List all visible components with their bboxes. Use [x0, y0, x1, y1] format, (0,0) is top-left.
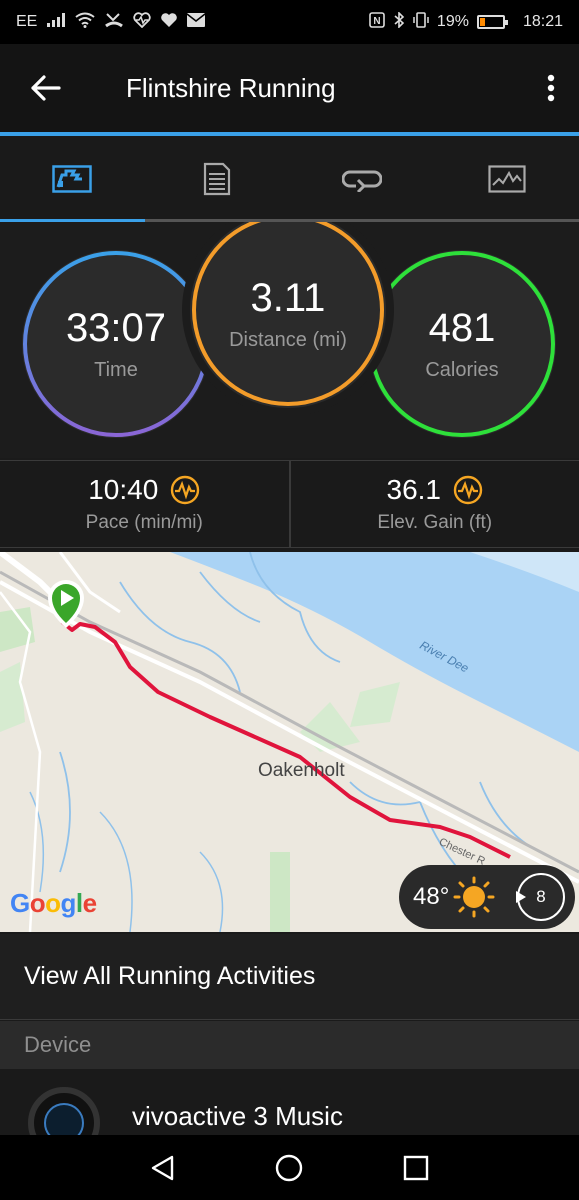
missed-call-icon: [105, 12, 124, 33]
stats-row: 10:40 Pace (min/mi) 36.1 Elev. Gain (ft): [0, 460, 579, 548]
heart-icon: [161, 12, 178, 32]
carrier-label: EE: [16, 13, 38, 30]
svg-text:N: N: [373, 16, 380, 27]
elev-gain-stat[interactable]: 36.1 Elev. Gain (ft): [288, 461, 579, 547]
wifi-icon: [75, 12, 95, 33]
more-vert-icon: [547, 74, 555, 102]
signal-icon: [47, 13, 66, 31]
back-arrow-icon: [31, 75, 61, 101]
time-label: Time: [94, 359, 138, 381]
nav-back-button[interactable]: [143, 1148, 183, 1188]
distance-metric: 3.11 Distance (mi): [190, 222, 386, 408]
tab-overview[interactable]: [0, 136, 145, 222]
tab-details[interactable]: [145, 136, 290, 222]
pace-chart-icon: [171, 475, 200, 505]
battery-percent: 19%: [436, 13, 469, 30]
laps-icon: [341, 170, 382, 192]
page-title: Flintshire Running: [126, 72, 336, 103]
wind-direction-icon: [516, 891, 526, 903]
elevation-chart-icon: [453, 475, 483, 505]
heart-rate-icon: [133, 11, 151, 33]
start-marker-icon[interactable]: [48, 580, 84, 628]
calories-value: 481: [428, 306, 496, 350]
vibrate-icon: [413, 11, 429, 33]
nav-recents-icon: [403, 1155, 429, 1180]
overview-icon: [52, 165, 93, 193]
pace-label: Pace (min/mi): [85, 512, 203, 533]
google-logo: Google: [10, 888, 97, 918]
view-all-activities-button[interactable]: View All Running Activities: [0, 934, 579, 1020]
temperature-value: 48°: [413, 883, 450, 910]
time-metric: 33:07 Time: [22, 250, 210, 438]
nav-home-icon: [276, 1154, 303, 1181]
device-name: vivoactive 3 Music: [132, 1101, 343, 1131]
nfc-icon: N: [369, 11, 385, 33]
activity-tabs: [0, 136, 579, 222]
clock: 18:21: [522, 13, 563, 30]
tab-laps[interactable]: [290, 136, 435, 222]
calories-metric: 481 Calories: [368, 250, 556, 438]
details-icon: [204, 162, 231, 196]
app-bar: Flintshire Running: [0, 44, 579, 132]
calories-label: Calories: [425, 359, 499, 381]
bluetooth-icon: [393, 10, 405, 33]
tab-charts[interactable]: [434, 136, 579, 222]
wind-speed: 8: [536, 887, 546, 906]
device-row[interactable]: vivoactive 3 Music: [0, 1069, 579, 1135]
elev-gain-value: 36.1: [386, 474, 442, 505]
nav-recents-button[interactable]: [396, 1148, 436, 1188]
weather-pill[interactable]: 48° 8: [399, 865, 575, 929]
distance-value: 3.11: [250, 276, 326, 320]
nav-home-button[interactable]: [269, 1148, 309, 1188]
distance-label: Distance (mi): [229, 329, 347, 351]
device-section-header: Device: [0, 1021, 579, 1069]
sun-icon: [453, 876, 495, 918]
elev-gain-label: Elev. Gain (ft): [377, 512, 493, 533]
nav-back-icon: [151, 1155, 174, 1180]
battery-icon: [476, 15, 508, 29]
status-bar: EE N 19% 18:21: [0, 0, 579, 44]
pace-stat[interactable]: 10:40 Pace (min/mi): [0, 461, 289, 547]
watch-icon: [28, 1087, 100, 1135]
chart-icon: [488, 165, 526, 193]
town-label: Oakenholt: [258, 760, 345, 781]
time-value: 33:07: [65, 306, 167, 350]
summary-circles: 33:07 Time 481 Calories 3.11 Distance (m…: [0, 222, 579, 458]
more-options-button[interactable]: [539, 66, 563, 110]
wind-indicator: 8: [516, 873, 565, 921]
system-nav-bar: [0, 1135, 579, 1200]
back-button[interactable]: [10, 44, 82, 132]
mail-icon: [186, 12, 206, 32]
pace-value: 10:40: [88, 474, 159, 505]
